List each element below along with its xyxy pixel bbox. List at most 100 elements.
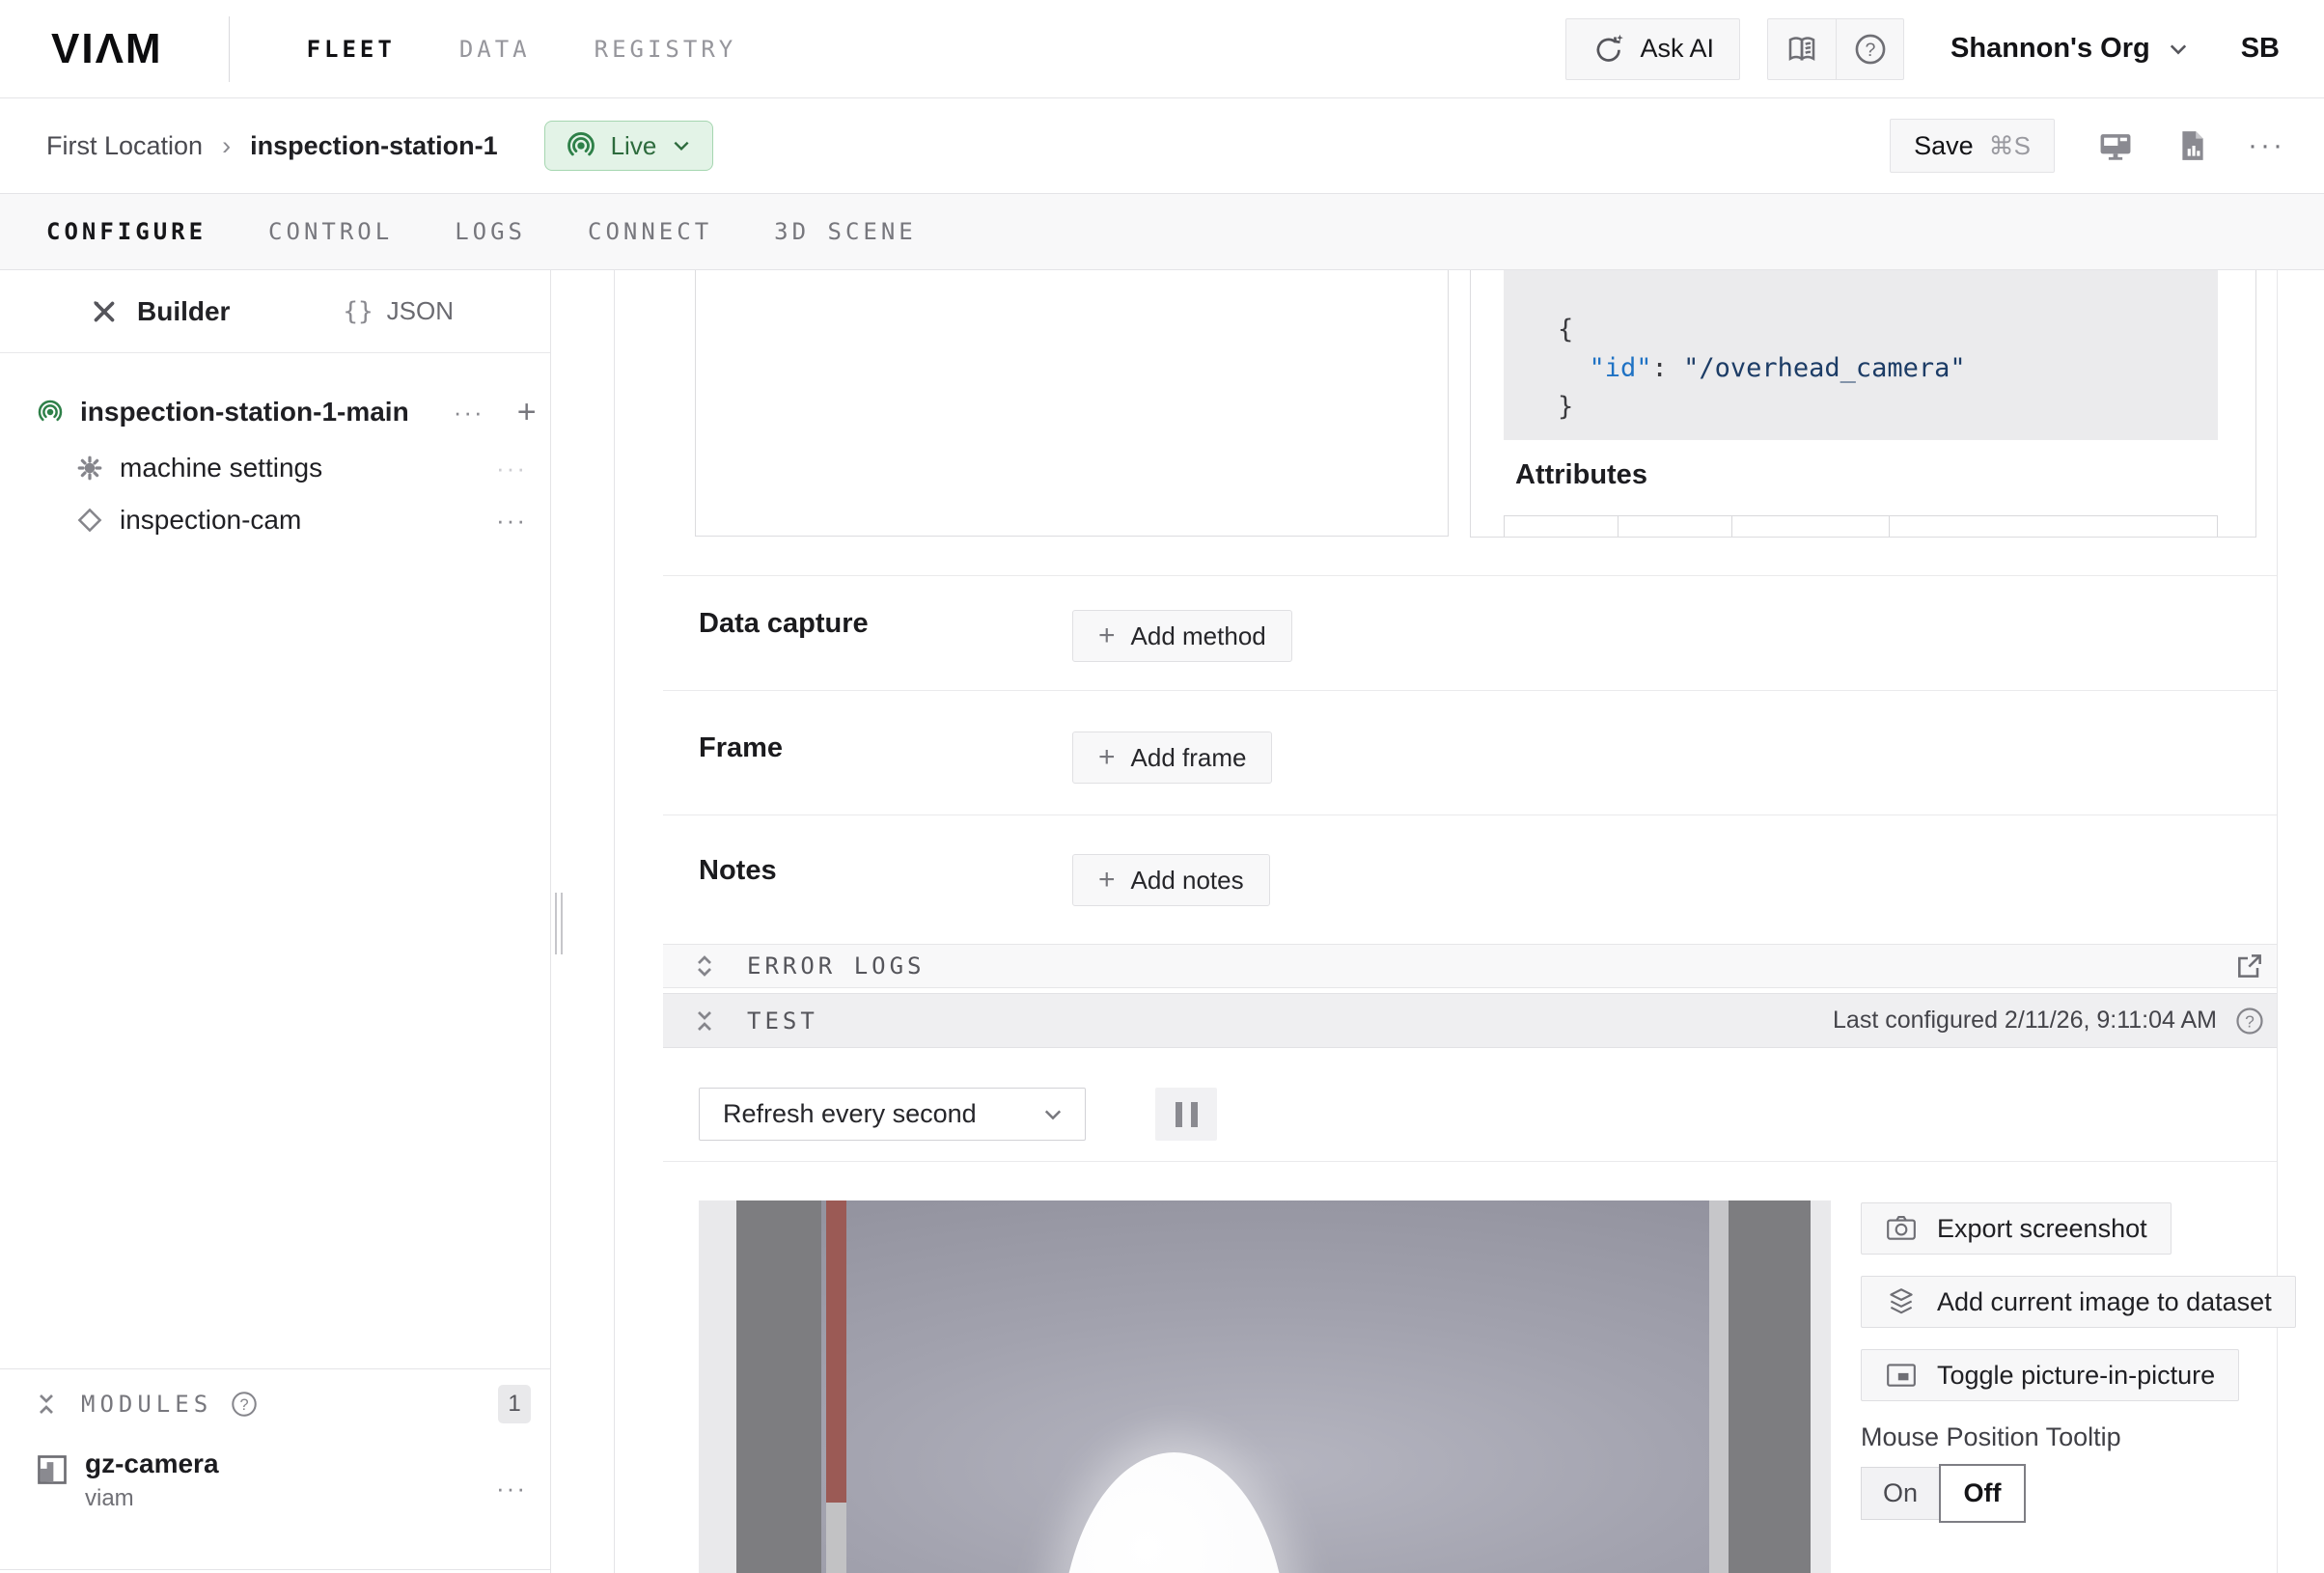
expand-icon[interactable]: [691, 952, 718, 980]
component-diamond-icon: [75, 506, 104, 535]
plus-icon: +: [1098, 866, 1116, 895]
plus-icon: +: [1098, 743, 1116, 772]
part-menu-button[interactable]: ···: [454, 398, 484, 428]
module-name: gz-camera: [85, 1449, 219, 1479]
org-name: Shannon's Org: [1950, 33, 2150, 65]
help-circle-icon[interactable]: ?: [2234, 1006, 2265, 1036]
camera-scene-edge: [699, 1200, 736, 1573]
mouse-position-tooltip-label: Mouse Position Tooltip: [1861, 1422, 2276, 1452]
refresh-controls-row: Refresh every second: [663, 1048, 2277, 1162]
tooltip-off-button[interactable]: Off: [1939, 1464, 2026, 1523]
help-circle-icon[interactable]: ?: [230, 1390, 259, 1419]
tab-logs[interactable]: LOGS: [455, 218, 526, 245]
export-screenshot-button[interactable]: Export screenshot: [1861, 1202, 2172, 1255]
add-method-label: Add method: [1131, 621, 1266, 651]
layers-icon: [1885, 1285, 1918, 1318]
tree-item-machine-part[interactable]: inspection-station-1-main ··· +: [0, 386, 550, 438]
add-component-button[interactable]: +: [517, 396, 537, 428]
tooltip-on-button[interactable]: On: [1861, 1467, 1940, 1520]
add-method-button[interactable]: + Add method: [1072, 610, 1292, 662]
nav-fleet[interactable]: FLEET: [307, 36, 396, 63]
tree-item-machine-settings[interactable]: machine settings ···: [0, 442, 550, 494]
modules-section: MODULES ? 1 gz-camera viam: [0, 1368, 550, 1512]
viam-app: VIΛM FLEET DATA REGISTRY Ask AI: [0, 0, 2324, 1573]
builder-label: Builder: [137, 296, 230, 327]
add-frame-label: Add frame: [1131, 743, 1247, 773]
broadcast-icon: [36, 398, 65, 427]
section-label: Frame: [699, 732, 783, 764]
svg-text:?: ?: [2245, 1011, 2255, 1031]
ask-ai-button[interactable]: Ask AI: [1565, 18, 1740, 80]
add-frame-button[interactable]: + Add frame: [1072, 731, 1272, 784]
section-label: Notes: [699, 855, 777, 887]
module-item-gz-camera[interactable]: gz-camera viam ···: [0, 1449, 550, 1512]
config-sidebar: Builder {} JSON inspection-station-1-mai…: [0, 270, 551, 1573]
save-shortcut: ⌘S: [1989, 131, 2031, 161]
module-texts: gz-camera viam: [85, 1449, 219, 1512]
json-mode-toggle[interactable]: {} JSON: [343, 296, 454, 326]
collapse-icon[interactable]: [691, 1007, 718, 1035]
breadcrumb-separator: ›: [222, 131, 231, 161]
panel-resize-handle[interactable]: [555, 893, 565, 954]
camera-scene-edge: [1811, 1200, 1831, 1573]
module-menu-button[interactable]: ···: [496, 1474, 527, 1504]
save-button[interactable]: Save ⌘S: [1890, 119, 2055, 173]
save-label: Save: [1914, 131, 1974, 161]
machine-settings-menu-button[interactable]: ···: [496, 454, 527, 483]
viam-logo[interactable]: VIΛM: [51, 25, 163, 73]
breadcrumb-location[interactable]: First Location: [46, 131, 203, 161]
add-image-to-dataset-button[interactable]: Add current image to dataset: [1861, 1276, 2296, 1328]
json-label: JSON: [387, 296, 454, 326]
live-status-badge[interactable]: Live: [544, 121, 714, 171]
section-label: Data capture: [699, 608, 869, 640]
org-switcher[interactable]: Shannon's Org: [1950, 33, 2191, 65]
pause-refresh-button[interactable]: [1155, 1088, 1217, 1141]
more-actions-button[interactable]: ···: [2248, 129, 2285, 162]
modules-count-badge: 1: [498, 1385, 531, 1423]
section-data-capture: Data capture + Add method: [663, 575, 2277, 690]
external-link-icon[interactable]: [2234, 951, 2265, 981]
add-notes-label: Add notes: [1131, 866, 1244, 896]
nav-data[interactable]: DATA: [459, 36, 531, 63]
machine-bar-actions: Save ⌘S: [1890, 119, 2285, 173]
refresh-rate-select[interactable]: Refresh every second: [699, 1088, 1086, 1141]
docs-help-group: ?: [1767, 18, 1904, 80]
topbar-right: Ask AI ? Shannon's O: [1565, 18, 2280, 80]
chevron-down-icon: [670, 134, 693, 157]
tab-3d-scene[interactable]: 3D SCENE: [774, 218, 917, 245]
docs-button[interactable]: [1768, 19, 1836, 79]
broadcast-icon: [565, 129, 597, 162]
toggle-pip-button[interactable]: Toggle picture-in-picture: [1861, 1349, 2239, 1401]
tree-item-inspection-cam[interactable]: inspection-cam ···: [0, 494, 550, 546]
camera-scene-red-post: [826, 1200, 846, 1503]
modules-title: MODULES: [81, 1391, 212, 1418]
pause-icon: [1176, 1102, 1182, 1127]
add-notes-button[interactable]: + Add notes: [1072, 854, 1270, 906]
tab-configure[interactable]: CONFIGURE: [46, 218, 207, 245]
file-chart-icon: [2176, 129, 2209, 162]
svg-text:?: ?: [1865, 40, 1875, 61]
plus-icon: +: [1098, 621, 1116, 650]
module-org: viam: [85, 1485, 219, 1512]
builder-mode-toggle[interactable]: Builder: [89, 296, 230, 327]
picture-in-picture-icon: [1885, 1359, 1918, 1392]
config-code-block: { "id": "/overhead_camera" }: [1504, 270, 2218, 440]
machine-page-button[interactable]: [2097, 127, 2134, 164]
attributes-table-column: [1732, 516, 1890, 538]
component-config-panel: [695, 270, 1449, 537]
tab-control[interactable]: CONTROL: [268, 218, 393, 245]
inspection-cam-menu-button[interactable]: ···: [496, 506, 527, 536]
help-button[interactable]: ?: [1836, 19, 1903, 79]
chevron-down-icon: [1040, 1102, 1065, 1127]
collapse-icon[interactable]: [33, 1390, 60, 1419]
nav-registry[interactable]: REGISTRY: [595, 36, 737, 63]
tab-connect[interactable]: CONNECT: [588, 218, 712, 245]
report-button[interactable]: [2176, 129, 2209, 162]
page-body: Builder {} JSON inspection-station-1-mai…: [0, 270, 2324, 1573]
refresh-rate-value: Refresh every second: [723, 1099, 977, 1129]
avatar[interactable]: SB: [2241, 33, 2280, 65]
component-card-row: { "id": "/overhead_camera" } Attributes: [663, 270, 2277, 575]
last-configured-text: Last configured 2/11/26, 9:11:04 AM: [1833, 1007, 2217, 1035]
attributes-table-column: [1505, 516, 1618, 538]
code-value: "/overhead_camera": [1683, 353, 1966, 383]
